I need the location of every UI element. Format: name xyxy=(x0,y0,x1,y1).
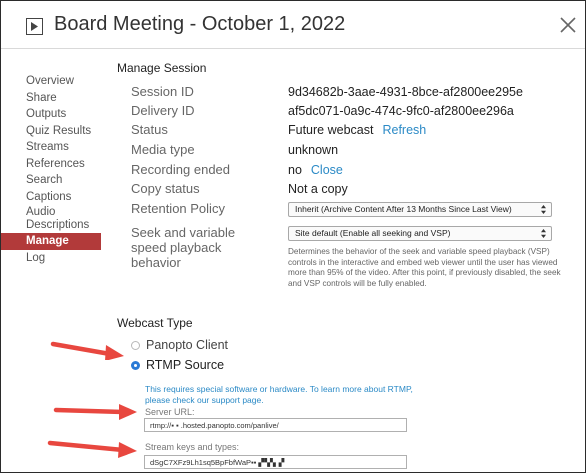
recording-ended-label: Recording ended xyxy=(131,162,231,177)
retention-policy-select[interactable]: Inherit (Archive Content After 13 Months… xyxy=(288,202,552,217)
annotation-arrow-icon xyxy=(50,341,124,360)
sidebar-item-streams[interactable]: Streams xyxy=(1,139,101,156)
seek-behavior-help: Determines the behavior of the seek and … xyxy=(288,247,561,288)
copy-status-label: Copy status xyxy=(131,181,200,196)
radio-unchecked-icon[interactable] xyxy=(131,341,140,350)
annotation-arrow-icon xyxy=(47,440,137,458)
recording-ended-text: no xyxy=(288,163,302,177)
play-icon xyxy=(26,18,43,35)
seek-behavior-select[interactable]: Site default (Enable all seeking and VSP… xyxy=(288,226,552,241)
select-arrows-icon xyxy=(541,229,546,240)
seek-behavior-label-text: Seek and variable speed playback behavio… xyxy=(131,225,236,270)
recording-ended-value: no Close xyxy=(288,163,343,177)
radio-panopto-client[interactable]: Panopto Client xyxy=(131,338,228,352)
rtmp-support-note[interactable]: This requires special software or hardwa… xyxy=(145,384,415,405)
delivery-id-value: af5dc071-0a9c-474c-9fc0-af2800ee296a xyxy=(288,104,514,118)
sidebar-item-references[interactable]: References xyxy=(1,156,101,173)
media-type-value: unknown xyxy=(288,143,339,157)
status-text: Future webcast xyxy=(288,123,374,137)
radio-panopto-client-label: Panopto Client xyxy=(146,338,229,352)
manage-session-heading: Manage Session xyxy=(117,61,207,75)
sidebar-item-audio-descriptions[interactable]: Audio Descriptions xyxy=(1,205,101,233)
stream-keys-label: Stream keys and types: xyxy=(145,442,240,452)
dialog-header: Board Meeting - October 1, 2022 xyxy=(1,1,585,49)
radio-rtmp-source-label: RTMP Source xyxy=(146,358,225,372)
sidebar-item-outputs[interactable]: Outputs xyxy=(1,106,101,123)
sidebar-nav: Overview Share Outputs Quiz Results Stre… xyxy=(1,73,101,266)
stream-keys-input[interactable] xyxy=(144,455,407,469)
select-arrows-icon xyxy=(541,205,546,216)
sidebar-item-search[interactable]: Search xyxy=(1,172,101,189)
radio-rtmp-source[interactable]: RTMP Source xyxy=(131,358,224,372)
sidebar-item-manage[interactable]: Manage xyxy=(1,233,101,250)
retention-policy-label: Retention Policy xyxy=(131,201,225,216)
dialog-title: Board Meeting - October 1, 2022 xyxy=(54,13,346,35)
seek-behavior-selected: Site default (Enable all seeking and VSP… xyxy=(295,228,451,238)
retention-policy-selected: Inherit (Archive Content After 13 Months… xyxy=(295,204,512,214)
status-label: Status xyxy=(131,122,168,137)
radio-checked-icon[interactable] xyxy=(131,361,140,370)
server-url-label: Server URL: xyxy=(145,407,195,417)
session-dialog: Board Meeting - October 1, 2022 Overview… xyxy=(0,0,586,473)
refresh-link[interactable]: Refresh xyxy=(382,123,426,137)
delivery-id-label: Delivery ID xyxy=(131,103,195,118)
sidebar-item-log[interactable]: Log xyxy=(1,250,101,267)
sidebar-item-captions[interactable]: Captions xyxy=(1,189,101,206)
session-id-value: 9d34682b-3aae-4931-8bce-af2800ee295e xyxy=(288,85,523,99)
seek-behavior-label: Seek and variable speed playback behavio… xyxy=(131,225,271,270)
session-id-label: Session ID xyxy=(131,84,194,99)
close-link[interactable]: Close xyxy=(311,163,343,177)
sidebar-item-overview[interactable]: Overview xyxy=(1,73,101,90)
webcast-type-heading: Webcast Type xyxy=(117,316,193,330)
media-type-label: Media type xyxy=(131,142,195,157)
sidebar-item-share[interactable]: Share xyxy=(1,90,101,107)
sidebar-item-quiz-results[interactable]: Quiz Results xyxy=(1,123,101,140)
close-icon[interactable] xyxy=(558,15,578,35)
status-value: Future webcast Refresh xyxy=(288,123,426,137)
server-url-input[interactable] xyxy=(144,418,407,432)
copy-status-value: Not a copy xyxy=(288,182,348,196)
annotation-arrow-icon xyxy=(53,404,137,420)
